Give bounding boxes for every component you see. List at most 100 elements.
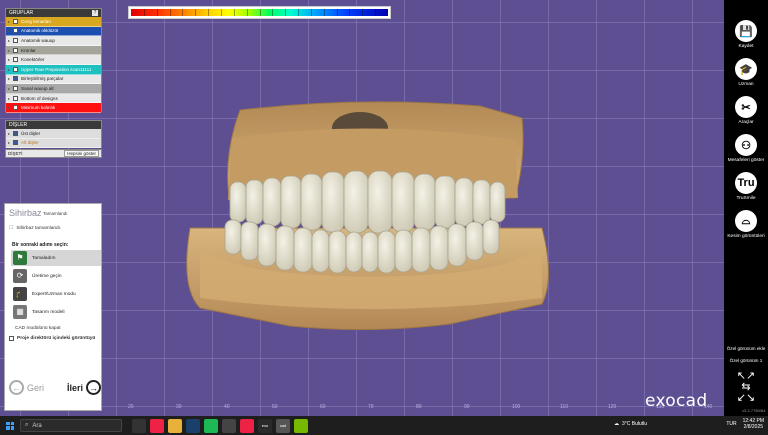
groups-panel: GRUPLAR ? ▸ Ceng kenarları ▸ Anatomik okklü… [5,8,102,113]
group-row[interactable]: ▸ Anatomik wauup [6,36,101,46]
file-explorer-icon[interactable] [168,418,182,433]
teeth-row[interactable]: ▸ Alt dişler [6,138,101,149]
back-button[interactable]: ← Geri [9,380,44,395]
chrome-icon-2[interactable] [240,418,254,433]
teeth-row[interactable]: ▸ Üst dişler [6,129,101,139]
clock-date: 2/8/2025 [743,424,764,430]
wizard-step[interactable]: ▦ Tasarım modeli [11,304,101,320]
exocad-taskbar-icon[interactable]: exo [258,418,272,433]
add-custom-view[interactable]: Özel görünüm ekle [724,346,768,351]
3d-viewport[interactable]: 102030405060708090100110120130140 [0,0,724,416]
cad-close-label: CAD modülünü kapat [15,326,61,331]
task-view-icon[interactable] [132,418,146,433]
group-checkbox[interactable] [13,28,18,34]
group-label: Kronlar [21,47,36,53]
teeth-panel: DİŞLER ▸ Üst dişler ▸ Alt dişler [5,120,102,149]
group-row[interactable]: ▸ Birleştirilmiş parçalar [6,74,101,85]
tool-label: Uzman [738,82,754,87]
scale-divider [220,9,222,16]
group-label: Konektörler [21,57,45,63]
group-row[interactable]: ▸ Bottom of designs [6,93,101,104]
group-label: Ceng kenarları [21,18,52,24]
version-label: v3.2-7780/64 [742,408,766,413]
custom-view-1[interactable]: Özel görünüm 1 [724,358,768,363]
wizard-step[interactable]: ⚑ Tamaladım [11,250,101,266]
project-dir-row[interactable]: Proje direktörü içindeki görüntüyü [9,336,95,341]
production-icon: ⟳ [13,269,27,283]
group-checkbox[interactable] [13,57,18,63]
toolbar-save-button[interactable]: 💾 Kaydet [724,20,768,49]
scale-divider [195,9,197,16]
groups-panel-header: GRUPLAR ? [6,9,101,17]
arrow-down-icon[interactable]: ↙↘ [733,393,759,404]
group-row[interactable]: ▸ Anatomik okklüzör [6,26,101,37]
group-row[interactable]: ▸ Konektörler [6,55,101,65]
group-label: Anatomik okklüzör [21,28,59,34]
trusmile-icon: Tru [735,172,757,194]
group-label: Birleştirilmiş parçalar [21,76,64,82]
teeth-checkbox[interactable] [13,140,18,146]
toolbar-graduation-cap-button[interactable]: 🎓 Uzman [724,58,768,87]
wizard-status: Tamamlandı [43,211,68,216]
nvidia-icon[interactable] [294,418,308,433]
tool-label: Kaydet [738,44,754,49]
steam-icon[interactable] [186,418,200,433]
system-tray: TUR 12:42 PM 2/8/2025 [726,418,764,430]
toolbar-tooth-distance-button[interactable]: ⚇ Mesafeleri göster [724,134,768,163]
teeth-label: Üst dişler [21,130,41,136]
scale-divider [375,9,377,16]
upper-teeth [229,170,506,234]
taskbar-search[interactable]: ⌕ Ara [20,419,122,432]
scale-tick: 30 [176,404,182,410]
language-indicator[interactable]: TUR [726,421,736,427]
media-icon[interactable] [222,418,236,433]
group-checkbox[interactable] [13,76,18,82]
gums-label: DİŞETİ [8,151,23,156]
scale-divider [336,9,338,16]
toolbar-trusmile-button[interactable]: Tru TruSmile [724,172,768,201]
group-checkbox[interactable] [13,66,18,72]
project-dir-checkbox[interactable] [9,336,14,341]
wizard-step[interactable]: 🎓 Expert/Uzman modu [11,286,101,302]
group-label: Upper Raw Preparation scan11111 [21,66,92,72]
group-checkbox[interactable] [13,18,18,24]
scale-divider [323,9,325,16]
spotify-icon[interactable] [204,418,218,433]
wizard-step-label: Üretime geçin [32,273,62,279]
group-label: Anatomik wauup [21,37,55,43]
cad-taskbar-icon[interactable]: cad [276,418,290,433]
group-checkbox[interactable] [13,37,18,43]
group-checkbox[interactable] [13,47,18,53]
toolbar-tooth-section-button[interactable]: ⌓ Kesim görüntüleri [724,210,768,239]
group-label: Bottom of designs [21,95,58,101]
scale-divider [208,9,210,16]
dental-jaw-model[interactable] [170,98,560,338]
show-all-button[interactable]: Hepsini göster [64,150,99,157]
toolbar-tools-button[interactable]: ✂ Araçlar [724,96,768,125]
wizard-step-label: Expert/Uzman modu [32,291,76,297]
teeth-checkbox[interactable] [13,130,18,136]
group-checkbox[interactable] [13,105,18,111]
windows-start-icon[interactable] [6,421,14,430]
next-button[interactable]: İleri → [67,380,102,395]
group-row[interactable]: ▸ Minimum kalınlık [6,103,101,113]
help-icon[interactable]: ? [92,10,98,16]
wizard-step[interactable]: ⟳ Üretime geçin [11,268,101,284]
view-arrows[interactable]: ↖↗ ⇆ ↙↘ [733,371,759,407]
scale-tick: 50 [272,404,278,410]
tools-icon: ✂ [735,96,757,118]
scale-tick: 120 [608,404,617,410]
group-checkbox[interactable] [13,95,18,101]
group-row[interactable]: ▸ Upper Raw Preparation scan11111 [6,64,101,75]
save-icon: 💾 [735,20,757,42]
group-row[interactable]: ▸ Kronlar [6,45,101,56]
group-row[interactable]: ▸ Sanal wauup alt [6,84,101,94]
teeth-label: Alt dişler [21,140,39,146]
group-row[interactable]: ▸ Ceng kenarları [6,17,101,27]
chrome-icon[interactable] [150,418,164,433]
cad-close-row[interactable]: CAD modülünü kapat [15,326,61,331]
weather-widget[interactable]: ☁ 3°C Bulutlu [614,421,647,427]
clock[interactable]: 12:42 PM 2/8/2025 [743,418,764,430]
group-checkbox[interactable] [13,85,18,91]
group-label: Minimum kalınlık [21,105,56,111]
